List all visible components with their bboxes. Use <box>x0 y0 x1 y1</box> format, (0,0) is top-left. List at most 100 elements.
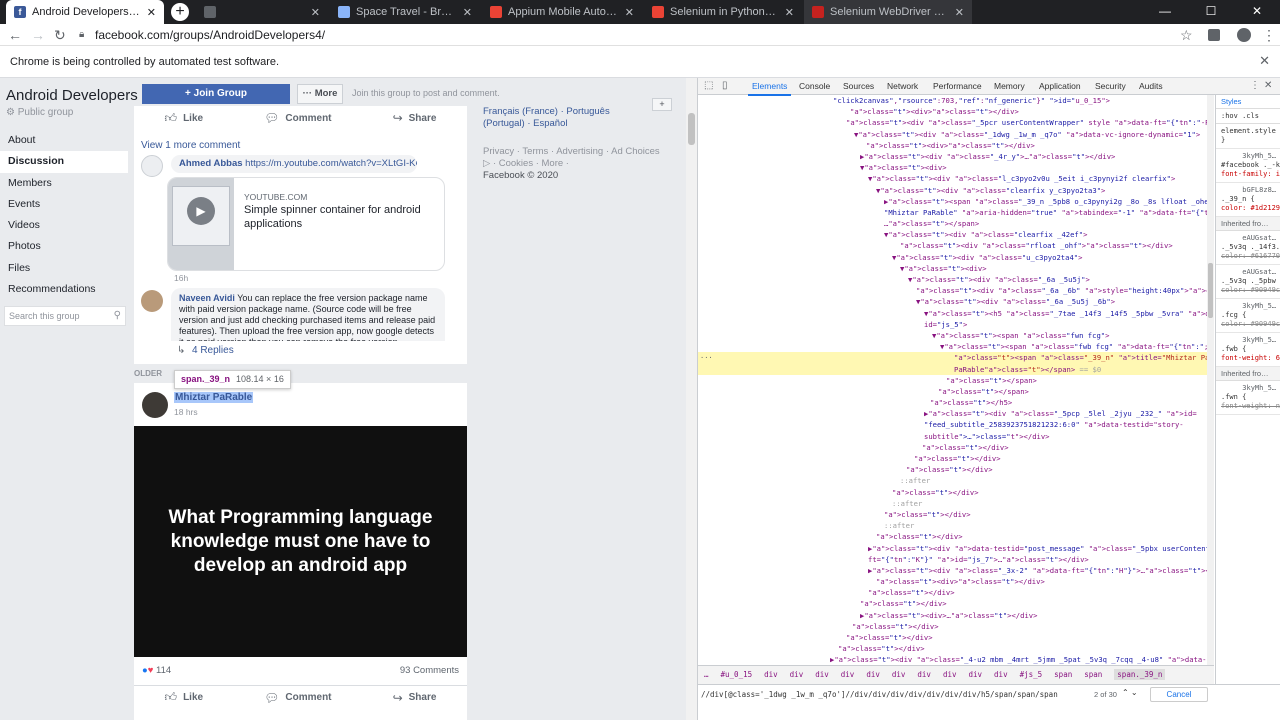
dom-node-line[interactable]: ▶"a">class="t"><span "a">class="_39_n _5… <box>698 196 1207 207</box>
devtools-tab-network[interactable]: Network <box>887 81 918 91</box>
side-nav-recommendations[interactable]: Recommendations <box>0 279 128 300</box>
avatar[interactable] <box>141 290 163 312</box>
side-nav-photos[interactable]: Photos <box>0 236 128 257</box>
preview-title[interactable]: Simple spinner container for android app… <box>244 204 434 231</box>
rule-declaration[interactable]: color: #90949c <box>1221 320 1280 329</box>
tab-close-icon[interactable]: ✕ <box>147 6 156 19</box>
like-button[interactable]: 👍︎ Like <box>165 111 204 126</box>
browser-menu-icon[interactable]: ⋮ <box>1262 27 1276 44</box>
devtools-tab-elements[interactable]: Elements <box>747 81 792 96</box>
new-tab-button[interactable]: + <box>171 3 189 21</box>
rule-declaration[interactable]: font-family: inherit <box>1221 170 1280 179</box>
dom-node-line[interactable]: "a">class="t"></h5> <box>698 397 1207 408</box>
node-options-icon[interactable]: ··· <box>700 353 713 364</box>
infobar-close-icon[interactable]: ✕ <box>1259 53 1270 69</box>
bookmark-star-icon[interactable]: ☆ <box>1180 27 1193 44</box>
breadcrumb-item[interactable]: div <box>764 670 778 679</box>
dom-node-line[interactable]: "a">class="t"><div "a">class="rfloat _oh… <box>698 240 1207 251</box>
dom-node-line[interactable]: "a">class="t"></div> <box>698 442 1207 453</box>
dom-node-line[interactable]: ::after <box>698 498 1207 509</box>
dom-node-line[interactable]: "click2canvas","rsource":703,"ref":"nf_g… <box>698 95 1207 106</box>
dom-node-line[interactable]: "a">class="t"></div> <box>698 621 1207 632</box>
dom-node-line[interactable]: ▶"a">class="t"><div "a">class="_5pcp _5l… <box>698 408 1207 419</box>
devtools-tab-security[interactable]: Security <box>1095 81 1126 91</box>
dom-node-line[interactable]: ▼"a">class="t"><div "a">class="_1dwg _1w… <box>698 129 1207 140</box>
devtools-menu-icon[interactable]: ⋮ <box>1250 80 1260 91</box>
rule-source[interactable]: 3kyMh_5… <box>1221 152 1276 161</box>
tab-close-icon[interactable]: ✕ <box>625 6 634 19</box>
breadcrumb-item[interactable]: div <box>866 670 880 679</box>
group-search-input[interactable]: Search this group ⚲ <box>4 306 126 326</box>
dom-node-line[interactable]: ▼"a">class="t"><div "a">class="u_c3pyo2t… <box>698 252 1207 263</box>
group-title[interactable]: Android Developers <box>6 87 138 104</box>
avatar[interactable] <box>142 392 168 418</box>
dom-tree-scrollbar[interactable] <box>1207 95 1214 665</box>
side-nav-discussion[interactable]: Discussion <box>0 151 128 173</box>
tab-3[interactable]: Space Travel - Browse articles ✕ <box>330 0 480 24</box>
replies-count[interactable]: 4 Replies <box>192 345 234 356</box>
post-image[interactable]: What Programming language knowledge must… <box>134 426 467 657</box>
dom-node-line[interactable]: ft="{"tn":"K"}" "a">id="js_7">…"a">class… <box>698 554 1207 565</box>
dom-node-line[interactable]: ▼"a">class="t"><div "a">class="l_c3pyo2v… <box>698 173 1207 184</box>
dom-node-line[interactable]: ▶"a">class="t"><div "a">data-testid="pos… <box>698 543 1207 554</box>
view-more-comments-link[interactable]: View 1 more comment <box>141 140 240 151</box>
rule-source[interactable]: eAUGsat… <box>1221 234 1276 243</box>
dom-node-line[interactable]: "a">class="t"></div> <box>698 587 1207 598</box>
search-icon[interactable]: ⚲ <box>114 310 121 321</box>
devtools-tab-audits[interactable]: Audits <box>1139 81 1163 91</box>
comment-timestamp[interactable]: 16h <box>174 273 188 283</box>
breadcrumb-item[interactable]: div <box>917 670 931 679</box>
dom-node-line[interactable]: "a">class="t"></span> <box>698 386 1207 397</box>
comment-button[interactable]: 💬︎ Comment <box>264 111 331 125</box>
tab-2[interactable]: ✕ <box>196 0 328 24</box>
share-button[interactable]: ↪ Share <box>393 111 437 125</box>
dom-node-line[interactable]: ▼"a">class="t"><div "a">class="_6a _5u5j… <box>698 296 1207 307</box>
dom-node-line[interactable]: ▶"a">class="t"><div "a">class="_3x-2" "a… <box>698 565 1207 576</box>
dom-node-line[interactable]: "feed_subtitle_2583923751821232:6:0" "a"… <box>698 419 1207 430</box>
devtools-close-icon[interactable]: ✕ <box>1264 80 1272 91</box>
video-thumbnail[interactable]: ▶ <box>168 178 234 270</box>
dom-node-line[interactable]: ▶"a">class="t"><div>…"a">class="t"></div… <box>698 610 1207 621</box>
dom-node-line[interactable]: "a">class="t"><div>"a">class="t"></div> <box>698 140 1207 151</box>
dom-node-line[interactable]: "a">class="t"></div> <box>698 509 1207 520</box>
rule-declaration[interactable]: font-weight: normal <box>1221 402 1280 411</box>
close-window-button[interactable]: ✕ <box>1234 0 1280 24</box>
breadcrumb-item[interactable]: div <box>994 670 1008 679</box>
dom-node-line[interactable]: "a">class="t"></div> <box>698 531 1207 542</box>
dom-node-line[interactable]: ▶"a">class="t"><div "a">class="_4-u2 mbm… <box>698 654 1207 665</box>
breadcrumb-item[interactable]: div <box>790 670 804 679</box>
dom-node-line[interactable]: "a">class="t"><div>"a">class="t"></div> <box>698 576 1207 587</box>
rule-declaration[interactable]: font-weight: 600; <box>1221 354 1280 363</box>
dom-node-line[interactable]: "a">class="t"></div> <box>698 598 1207 609</box>
devtools-tab-performance[interactable]: Performance <box>933 81 982 91</box>
style-rule[interactable]: 3kyMh_5….fwb {font-weight: 600; <box>1216 333 1280 367</box>
rule-declaration[interactable]: color: #616770 <box>1221 252 1280 261</box>
page-scrollbar[interactable] <box>686 78 697 720</box>
selected-dom-node[interactable]: "a">class="t"><span "a">class="_39_n" "a… <box>698 352 1207 364</box>
add-language-button[interactable]: + <box>652 98 672 111</box>
breadcrumb-item[interactable]: #u_0_15 <box>721 670 753 679</box>
dom-node-line[interactable]: ▼"a">class="t"><div "a">class="clearfix … <box>698 185 1207 196</box>
devtools-tab-memory[interactable]: Memory <box>994 81 1025 91</box>
rule-declaration[interactable]: color: #90949c <box>1221 286 1280 295</box>
breadcrumb-item[interactable]: div <box>943 670 957 679</box>
style-rule[interactable]: 3kyMh_5….fwn {font-weight: normal <box>1216 381 1280 415</box>
dom-node-line[interactable]: "Mhiztar PaRable" "a">aria-hidden="true"… <box>698 207 1207 218</box>
side-nav-files[interactable]: Files <box>0 258 128 279</box>
breadcrumb-item[interactable]: div <box>969 670 983 679</box>
dom-node-line[interactable]: ▼"a">class="t"><div "a">class="clearfix … <box>698 229 1207 240</box>
scrollbar-thumb[interactable] <box>1208 263 1213 318</box>
tab-close-icon[interactable]: ✕ <box>785 6 794 19</box>
dom-node-line[interactable]: "a">class="t"><div>"a">class="t"></div> <box>698 106 1207 117</box>
url-field[interactable]: facebook.com/groups/AndroidDevelopers4/ <box>95 28 325 42</box>
breadcrumb-item[interactable]: … <box>704 670 709 679</box>
reload-icon[interactable]: ↻ <box>54 27 66 44</box>
device-toolbar-icon[interactable]: ▯ <box>722 80 728 91</box>
styles-filter[interactable]: :hov .cls <box>1216 109 1280 124</box>
comment-link[interactable]: https://m.youtube.com/watch?v=XLtGI-KCWh… <box>245 158 417 169</box>
rule-source[interactable]: 3kyMh_5… <box>1221 336 1276 345</box>
forward-arrow-icon[interactable]: → <box>31 27 45 43</box>
tab-close-icon[interactable]: ✕ <box>311 6 320 19</box>
maximize-button[interactable]: ☐ <box>1188 0 1234 24</box>
scrollbar-thumb[interactable] <box>688 113 695 145</box>
